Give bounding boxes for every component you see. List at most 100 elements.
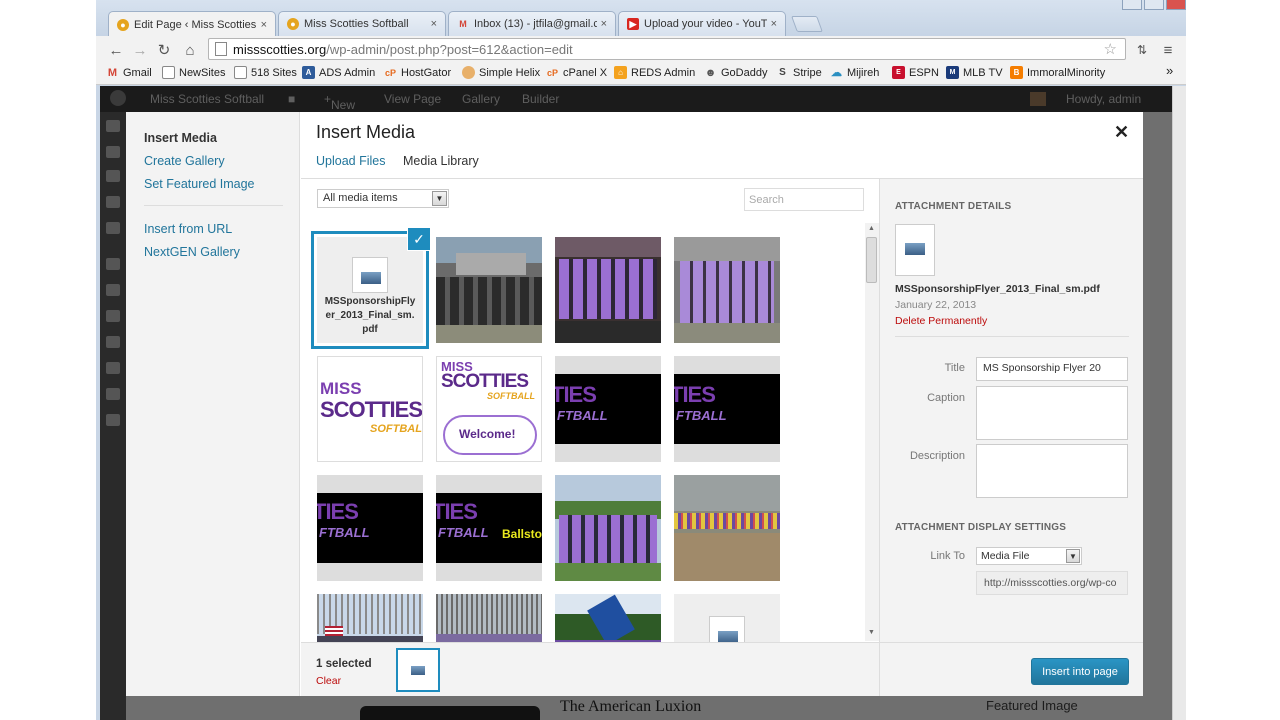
forward-icon[interactable]: →: [130, 40, 150, 60]
bookmark-mijireh[interactable]: ☁ Mijireh: [830, 66, 879, 80]
address-bar[interactable]: missscotties.org/wp-admin/post.php?post=…: [208, 38, 1126, 60]
attachment-welcome-logo[interactable]: MISS SCOTTIES SOFTBALL Welcome!: [436, 356, 542, 462]
minimize-button[interactable]: [1122, 0, 1142, 10]
bookmark-hostgator[interactable]: cP HostGator: [384, 66, 451, 79]
comments-icon[interactable]: [106, 258, 120, 270]
tab-miss-scotties[interactable]: ● Miss Scotties Softball ×: [278, 11, 446, 36]
title-field[interactable]: MS Sponsorship Flyer 20: [976, 357, 1128, 381]
link-url-field[interactable]: http://missscotties.org/wp-co: [976, 571, 1128, 595]
new-tab-button[interactable]: [791, 16, 823, 32]
bookmark-stripe[interactable]: S Stripe: [776, 66, 822, 79]
bookmark-newsites[interactable]: NewSites: [162, 66, 225, 79]
back-icon[interactable]: ←: [106, 40, 126, 60]
attachment-banner[interactable]: TIES FTBALL: [555, 356, 661, 462]
details-date: January 22, 2013: [895, 299, 977, 311]
menu-insert-media[interactable]: Insert Media: [144, 131, 217, 145]
appearance-icon[interactable]: [106, 310, 120, 322]
attachment-field-photo[interactable]: [674, 475, 780, 581]
insert-into-page-button[interactable]: Insert into page: [1031, 658, 1129, 685]
bookmark-simple-helix[interactable]: Simple Helix: [462, 66, 540, 79]
bookmark-gmail[interactable]: M Gmail: [106, 66, 152, 79]
scroll-down-icon[interactable]: ▼: [868, 629, 875, 636]
menu-set-featured-image[interactable]: Set Featured Image: [144, 177, 254, 191]
tab-media-library[interactable]: Media Library: [403, 154, 479, 168]
menu-create-gallery[interactable]: Create Gallery: [144, 154, 225, 168]
reload-icon[interactable]: ↻: [154, 40, 174, 60]
clear-selection-link[interactable]: Clear: [316, 675, 341, 687]
caption-field[interactable]: [976, 386, 1128, 440]
menu-insert-from-url[interactable]: Insert from URL: [144, 222, 232, 236]
admin-bar-gallery[interactable]: Gallery: [462, 92, 500, 106]
posts-icon[interactable]: [106, 146, 120, 158]
admin-bar-builder[interactable]: Builder: [522, 92, 559, 106]
attachment-pdf-selected[interactable]: MSSponsorshipFlyer_2013_Final_sm.pdf: [317, 237, 423, 343]
admin-bar-view-page[interactable]: View Page: [384, 92, 441, 106]
users-icon[interactable]: [106, 362, 120, 374]
home-icon[interactable]: ⌂: [180, 40, 200, 60]
tab-youtube[interactable]: ▶ Upload your video - YouT ×: [618, 11, 786, 36]
attachment-team-photo[interactable]: [674, 237, 780, 343]
pages-icon[interactable]: [106, 222, 120, 234]
attachment-banner[interactable]: TIES FTBALL: [674, 356, 780, 462]
selected-attachment-thumb[interactable]: [399, 651, 437, 689]
links-icon[interactable]: [106, 196, 120, 208]
page-scrollbar[interactable]: [1172, 86, 1186, 720]
bookmark-518-sites[interactable]: 518 Sites: [234, 66, 297, 79]
menu-nextgen-gallery[interactable]: NextGEN Gallery: [144, 245, 240, 259]
bookmark-mlb-tv[interactable]: M MLB TV: [946, 66, 1003, 79]
dashboard-icon[interactable]: [106, 120, 120, 132]
admin-bar-new[interactable]: + New: [324, 92, 355, 112]
close-tab-icon[interactable]: ×: [601, 18, 607, 30]
bookmark-espn[interactable]: E ESPN: [892, 66, 939, 79]
media-icon[interactable]: [106, 170, 120, 182]
bookmark-star-icon[interactable]: ☆: [1104, 40, 1117, 58]
close-tab-icon[interactable]: ×: [431, 18, 437, 30]
bookmark-cpanel-x[interactable]: cP cPanel X: [546, 66, 607, 79]
search-input[interactable]: Search: [744, 188, 864, 211]
media-filter-select[interactable]: All media items ▼: [317, 189, 449, 208]
scrollbar-thumb[interactable]: [866, 237, 877, 283]
gallery-icon[interactable]: [106, 284, 120, 296]
attachment-team-photo[interactable]: [555, 475, 661, 581]
link-to-select[interactable]: Media File ▼: [976, 547, 1082, 565]
mlb-icon: M: [946, 66, 959, 79]
admin-bar-howdy[interactable]: Howdy, admin: [1066, 92, 1141, 106]
attachment-parade-photo[interactable]: [555, 594, 661, 642]
attachment-logo[interactable]: MISS SCOTTIES SOFTBALL: [317, 356, 423, 462]
description-field[interactable]: [976, 444, 1128, 498]
close-icon[interactable]: ✕: [1114, 122, 1129, 143]
plugins-icon[interactable]: [106, 336, 120, 348]
attachment-team-photo[interactable]: [436, 237, 542, 343]
tools-icon[interactable]: [106, 388, 120, 400]
admin-bar-site[interactable]: Miss Scotties Softball: [150, 92, 264, 106]
bookmark-ads-admin[interactable]: A ADS Admin: [302, 66, 375, 79]
bookmark-reds-admin[interactable]: ⌂ REDS Admin: [614, 66, 695, 79]
maximize-button[interactable]: [1144, 0, 1164, 10]
attachment-team-photo[interactable]: [555, 237, 661, 343]
tab-gmail[interactable]: M Inbox (13) - jtfila@gmail.c ×: [448, 11, 616, 36]
delete-permanently-link[interactable]: Delete Permanently: [895, 315, 987, 327]
tab-upload-files[interactable]: Upload Files: [316, 154, 385, 168]
attachment-parade-photo[interactable]: [436, 594, 542, 642]
extension-icon[interactable]: ⇅: [1132, 40, 1152, 60]
attachment-banner-ballston[interactable]: TIES FTBALL Ballsto: [436, 475, 542, 581]
attachment-parade-photo[interactable]: [317, 594, 423, 642]
notification-icon[interactable]: [1030, 92, 1046, 106]
scroll-up-icon[interactable]: ▲: [868, 225, 875, 232]
bookmark-godaddy[interactable]: ☻ GoDaddy: [704, 66, 768, 79]
close-tab-icon[interactable]: ×: [261, 19, 267, 31]
more-bookmarks-icon[interactable]: »: [1166, 63, 1173, 78]
checkmark-icon[interactable]: ✓: [407, 227, 431, 251]
wordpress-logo-icon[interactable]: [110, 90, 126, 106]
settings-icon[interactable]: [106, 414, 120, 426]
tab-edit-page[interactable]: ● Edit Page ‹ Miss Scotties S ×: [108, 11, 276, 37]
bookmark-immoralminority[interactable]: B ImmoralMinority: [1010, 66, 1105, 79]
menu-icon[interactable]: ≡: [1158, 40, 1178, 60]
attachment-pdf[interactable]: [674, 594, 780, 642]
close-tab-icon[interactable]: ×: [771, 18, 777, 30]
comments-icon[interactable]: ■: [288, 92, 295, 106]
link-to-label: Link To: [930, 550, 965, 562]
attachments-scrollbar[interactable]: ▲ ▼: [865, 223, 879, 641]
attachment-banner[interactable]: TIES FTBALL: [317, 475, 423, 581]
close-window-button[interactable]: [1166, 0, 1186, 10]
